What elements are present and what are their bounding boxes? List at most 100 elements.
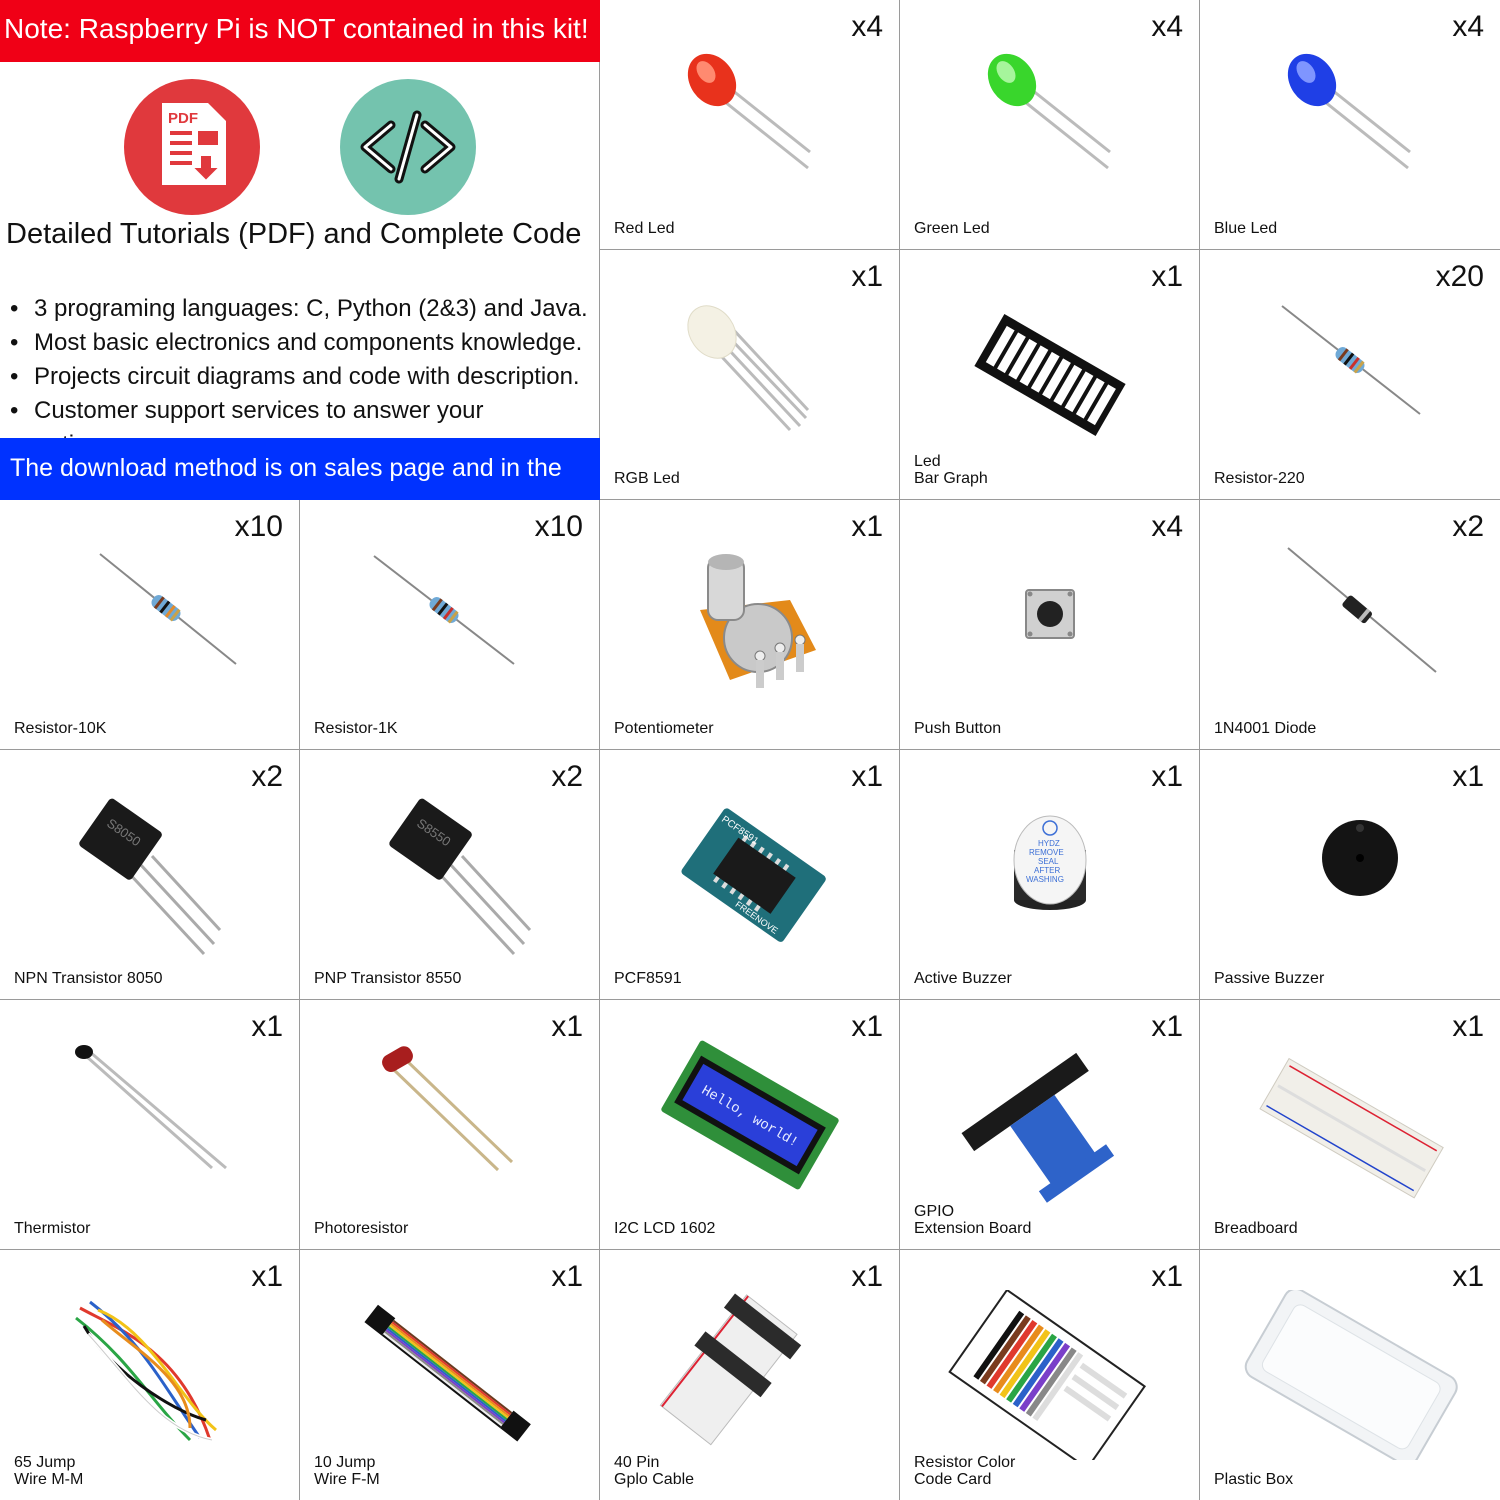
item-name: NPN Transistor 8050 [14,970,163,987]
item-cell: x1 Thermistor [0,1000,300,1250]
pdf-icon-text: PDF [168,110,198,127]
resistor-card-icon [948,1290,1147,1460]
item-name: Led Bar Graph [914,453,988,487]
quantity-label: x10 [534,510,583,543]
quantity-label: x4 [1151,10,1183,43]
item-cell: x1 RGB Led [600,250,900,500]
feature-item: • Most basic electronics and components k… [10,329,583,356]
item-cell: x20 Resistor-220 [1200,250,1500,500]
tutorials-headline: Detailed Tutorials (PDF) and Complete Co… [6,218,582,250]
quantity-label: x2 [251,760,283,793]
item-cell: x1 65 Jump Wire M-M [0,1250,300,1500]
buzzer-sticker-text: AFTER [1034,866,1060,875]
buzzer-sticker-text: WASHING [1026,875,1064,884]
item-name: 40 Pin Gplo Cable [614,1454,695,1488]
quantity-label: x1 [251,1260,283,1293]
item-name: Resistor-220 [1214,470,1305,487]
item-name: Resistor-10K [14,720,107,737]
active-buzzer-icon: HYDZ REMOVE SEAL AFTER WASHING [1013,815,1087,910]
quantity-label: x1 [251,1010,283,1043]
quantity-label: x1 [851,1010,883,1043]
red-led-icon [687,53,811,170]
item-cell: PCF8591 FREENOVE x1 PCF8591 [600,750,900,1000]
led-bar-graph-icon [974,314,1126,436]
quantity-label: x1 [1151,260,1183,293]
item-name: Potentiometer [614,720,714,737]
feature-list: • 3 programing languages: C, Python (2&3)… [10,292,599,462]
quantity-label: x2 [551,760,583,793]
item-name: Active Buzzer [914,970,1012,987]
item-name: Passive Buzzer [1214,970,1325,987]
pcf8591-module-icon: PCF8591 FREENOVE [681,808,826,942]
item-cell: Hello, world! x1 I2C LCD 1602 [600,1000,900,1250]
item-name: Blue Led [1214,220,1278,237]
item-name: 10 Jump Wire F-M [314,1454,380,1488]
quantity-label: x4 [1151,510,1183,543]
feature-item: • Projects circuit diagrams and code with… [10,363,580,390]
quantity-label: x1 [1151,1260,1183,1293]
resistor-icon [1281,305,1421,415]
item-cell: x10 Resistor-1K [300,500,600,750]
item-cell: x1 Photoresistor [300,1000,600,1250]
item-name: PNP Transistor 8550 [314,970,462,987]
diode-icon [1287,547,1437,673]
item-cell: S8050 x2 NPN Transistor 8050 [0,750,300,1000]
item-name: GPIO Extension Board [914,1203,1032,1237]
kit-note-banner: Note: Raspberry Pi is NOT contained in t… [0,0,600,62]
item-cell: x2 1N4001 Diode [1200,500,1500,750]
quantity-label: x1 [1452,1260,1484,1293]
passive-buzzer-icon [1322,820,1398,896]
quantity-label: x4 [1452,10,1484,43]
pdf-document-icon: PDF [124,79,260,215]
item-name: Red Led [614,220,675,237]
lcd-1602-icon: Hello, world! [661,1040,839,1190]
quantity-label: x20 [1435,260,1484,293]
push-button-icon [1025,589,1075,639]
item-cell: x1 40 Pin Gplo Cable [600,1250,900,1500]
ribbon-jumper-icon [364,1304,531,1442]
item-cell: x1 10 Jump Wire F-M [300,1250,600,1500]
code-brackets-icon [340,79,476,215]
item-cell: x1 GPIO Extension Board [900,1000,1200,1250]
buzzer-sticker-text: REMOVE [1029,848,1064,857]
item-name: Plastic Box [1214,1471,1294,1488]
item-cell: x1 Passive Buzzer [1200,750,1500,1000]
transistor-icon: S8550 [389,798,532,956]
item-name: 65 Jump Wire M-M [14,1454,84,1488]
quantity-label: x2 [1452,510,1484,543]
green-led-icon [987,53,1111,170]
item-name: Resistor-1K [314,720,398,737]
quantity-label: x1 [551,1010,583,1043]
item-cell: x4 Green Led [900,0,1200,250]
rgb-led-icon [687,305,810,432]
ribbon-cable-icon [659,1293,802,1446]
plastic-box-icon [1244,1290,1458,1460]
resistor-icon [373,555,515,665]
item-cell: x1 Led Bar Graph [900,250,1200,500]
item-name: I2C LCD 1602 [614,1220,716,1237]
item-cell: HYDZ REMOVE SEAL AFTER WASHING x1 Active… [900,750,1200,1000]
item-name: Breadboard [1214,1220,1298,1237]
item-cell: x1 Breadboard [1200,1000,1500,1250]
feature-item: • 3 programing languages: C, Python (2&3)… [10,295,588,322]
quantity-label: x1 [1151,1010,1183,1043]
quantity-label: x4 [851,10,883,43]
info-panel: Note: Raspberry Pi is NOT contained in t… [0,0,600,542]
item-name: Push Button [914,720,1002,737]
jumper-wires-icon [75,1300,217,1442]
item-name: RGB Led [614,470,680,487]
item-cell: x10 Resistor-10K [0,500,300,750]
quantity-label: x1 [851,260,883,293]
item-name: 1N4001 Diode [1214,720,1317,737]
item-cell: S8550 x2 PNP Transistor 8550 [300,750,600,1000]
quantity-label: x1 [851,510,883,543]
item-cell: x1 Plastic Box [1200,1250,1500,1500]
buzzer-sticker-text: SEAL [1038,857,1059,866]
item-name: PCF8591 [614,970,682,987]
buzzer-sticker-text: HYDZ [1038,839,1060,848]
quantity-label: x10 [234,510,283,543]
photoresistor-icon [382,1046,514,1172]
quantity-label: x1 [551,1260,583,1293]
item-cell: x4 Blue Led [1200,0,1500,250]
gpio-extension-board-icon [961,1052,1115,1203]
